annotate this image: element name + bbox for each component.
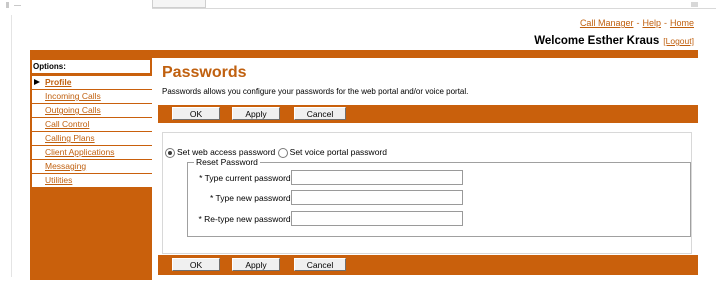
link-separator: -	[636, 18, 640, 28]
sidebar-item-outgoing-calls[interactable]: Outgoing Calls	[32, 104, 152, 117]
current-password-row: * Type current password:	[188, 170, 468, 186]
sidebar-item-messaging[interactable]: Messaging	[32, 160, 152, 173]
voice-portal-password-label: Set voice portal password	[289, 147, 387, 157]
new-password-field[interactable]	[291, 190, 463, 205]
apply-button[interactable]: Apply	[232, 258, 280, 271]
new-password-label: * Type new password:	[210, 193, 293, 203]
welcome-text: Welcome Esther Kraus	[534, 35, 660, 47]
apply-button[interactable]: Apply	[232, 107, 280, 120]
home-link[interactable]: Home	[670, 18, 694, 28]
sidebar-item-client-applications[interactable]: Client Applications	[32, 146, 152, 159]
sidebar-title: Options:	[32, 60, 150, 73]
web-access-password-label: Set web access password	[177, 147, 276, 157]
top-strip	[152, 0, 716, 9]
header-links: Call Manager - Help - Home	[580, 18, 694, 28]
window-corner-decoration	[4, 0, 24, 8]
web-access-password-radio[interactable]	[165, 147, 175, 158]
sidebar-item-profile[interactable]: Profile	[32, 76, 152, 89]
voice-portal-password-radio[interactable]	[277, 147, 288, 158]
sidebar-item-call-control[interactable]: Call Control	[32, 118, 152, 131]
sidebar-item-label[interactable]: Incoming Calls	[45, 91, 101, 101]
sidebar-item-label[interactable]: Call Control	[45, 119, 89, 129]
bottom-button-bar: OK Apply Cancel	[158, 255, 698, 275]
sidebar-item-incoming-calls[interactable]: Incoming Calls	[32, 90, 152, 103]
sidebar-item-label[interactable]: Messaging	[45, 161, 86, 171]
cancel-button[interactable]: Cancel	[294, 258, 346, 271]
fieldset-legend: Reset Password	[194, 157, 260, 167]
sidebar-item-label[interactable]: Client Applications	[45, 147, 114, 157]
retype-password-row: * Re-type new password:	[188, 211, 468, 227]
sidebar-item-label[interactable]: Utilities	[45, 175, 72, 185]
sidebar: Options: Profile Incoming Calls Outgoing…	[30, 58, 152, 280]
sidebar-menu: Profile Incoming Calls Outgoing Calls Ca…	[30, 76, 152, 188]
current-page-arrow-icon	[34, 79, 40, 85]
link-separator: -	[663, 18, 667, 28]
main-content: Passwords Passwords allows you configure…	[158, 58, 698, 280]
sidebar-item-label[interactable]: Outgoing Calls	[45, 105, 101, 115]
left-border-line	[11, 15, 12, 277]
welcome-banner: Welcome Esther Kraus [Logout]	[534, 35, 694, 47]
page-description: Passwords allows you configure your pass…	[162, 87, 469, 96]
logout-link[interactable]: [Logout]	[663, 36, 694, 46]
cancel-button[interactable]: Cancel	[294, 107, 346, 120]
call-manager-link[interactable]: Call Manager	[580, 18, 634, 28]
current-password-field[interactable]	[291, 170, 463, 185]
header-orange-bar	[30, 50, 698, 58]
reset-password-fieldset: Reset Password * Type current password: …	[187, 157, 691, 237]
ok-button[interactable]: OK	[172, 258, 220, 271]
sidebar-item-utilities[interactable]: Utilities	[32, 174, 152, 187]
password-form-panel: Set web access password Set voice portal…	[162, 132, 692, 254]
sidebar-item-label[interactable]: Profile	[45, 77, 71, 87]
top-button-bar: OK Apply Cancel	[158, 105, 698, 123]
help-link[interactable]: Help	[642, 18, 661, 28]
ok-button[interactable]: OK	[172, 107, 220, 120]
retype-password-field[interactable]	[291, 211, 463, 226]
retype-password-label: * Re-type new password:	[198, 214, 294, 224]
sidebar-item-calling-plans[interactable]: Calling Plans	[32, 132, 152, 145]
new-password-row: * Type new password:	[188, 190, 468, 206]
page-title: Passwords	[162, 64, 247, 81]
current-password-label: * Type current password:	[199, 173, 293, 183]
sidebar-item-label[interactable]: Calling Plans	[45, 133, 95, 143]
